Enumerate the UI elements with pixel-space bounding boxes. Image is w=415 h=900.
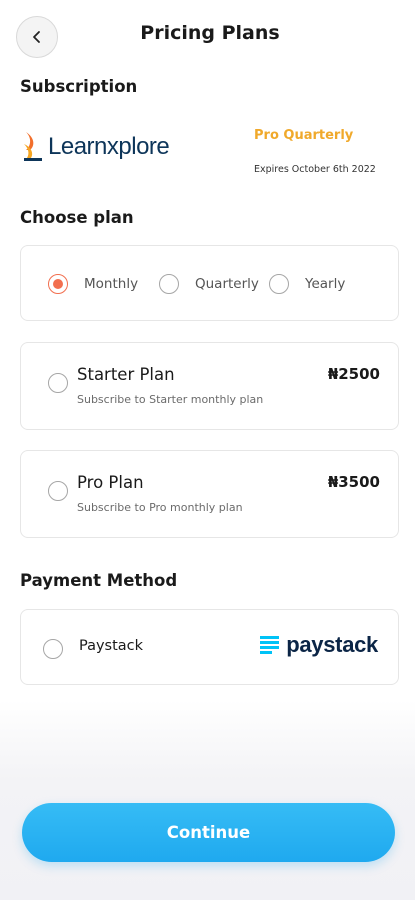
plan-description: Subscribe to Pro monthly plan	[77, 501, 243, 514]
plan-card-starter[interactable]: Starter Plan Subscribe to Starter monthl…	[20, 342, 399, 430]
page-title: Pricing Plans	[140, 22, 280, 44]
subscription-heading: Subscription	[20, 77, 138, 96]
radio-quarterly[interactable]	[159, 274, 179, 294]
radio-paystack[interactable]	[43, 639, 63, 659]
header: Pricing Plans	[0, 0, 415, 70]
continue-button[interactable]: Continue	[22, 803, 395, 862]
payment-method-label: Paystack	[79, 638, 144, 654]
billing-frequency-card: Monthly Quarterly Yearly	[20, 245, 399, 321]
plan-title: Pro Plan	[77, 473, 144, 492]
learnxplore-logo: Learnxplore	[22, 128, 170, 166]
plan-title: Starter Plan	[77, 365, 175, 384]
plan-card-pro[interactable]: Pro Plan Subscribe to Pro monthly plan ₦…	[20, 450, 399, 538]
brand-name: Learnxplore	[48, 133, 170, 160]
radio-pro-plan[interactable]	[48, 481, 68, 501]
frequency-option-yearly[interactable]: Yearly	[269, 274, 345, 294]
paystack-logo-text: paystack	[286, 632, 378, 657]
learnxplore-logo-icon	[24, 132, 42, 161]
frequency-label: Quarterly	[195, 276, 259, 292]
radio-monthly[interactable]	[48, 274, 68, 294]
paystack-logo: paystack	[260, 632, 378, 658]
current-subscription: Learnxplore Pro Quarterly Expires Octobe…	[20, 122, 395, 184]
payment-method-heading: Payment Method	[20, 571, 178, 590]
plan-price: ₦2500	[327, 365, 380, 383]
radio-yearly[interactable]	[269, 274, 289, 294]
frequency-option-quarterly[interactable]: Quarterly	[159, 274, 259, 294]
frequency-label: Yearly	[305, 276, 346, 292]
radio-starter-plan[interactable]	[48, 373, 68, 393]
plan-description: Subscribe to Starter monthly plan	[77, 393, 264, 406]
frequency-label: Monthly	[84, 276, 139, 292]
choose-plan-heading: Choose plan	[20, 208, 134, 227]
footer-background	[0, 700, 415, 900]
current-plan-name: Pro Quarterly	[254, 128, 354, 143]
plan-price: ₦3500	[327, 473, 380, 491]
frequency-option-monthly[interactable]: Monthly	[48, 274, 138, 294]
paystack-logo-icon	[260, 636, 280, 654]
payment-option-paystack[interactable]: Paystack paystack	[20, 609, 399, 685]
plan-expiry: Expires October 6th 2022	[254, 164, 376, 175]
